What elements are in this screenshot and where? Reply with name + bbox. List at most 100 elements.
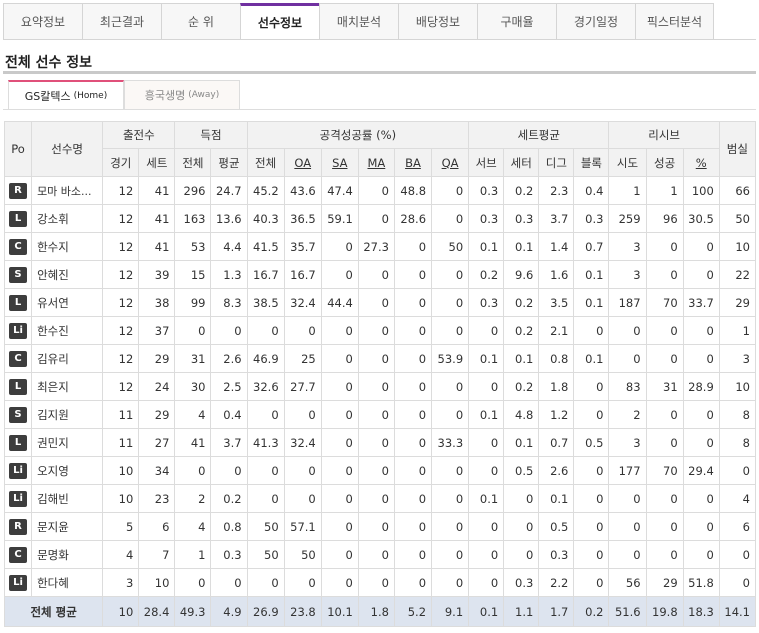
stat-cell: 0 — [503, 484, 540, 513]
stat-cell: 27.3 — [357, 232, 395, 261]
stat-cell: 0 — [393, 400, 433, 429]
stat-cell: 0.2 — [503, 372, 540, 401]
stat-cell: 99 — [174, 288, 212, 317]
stat-cell: 10 — [138, 568, 176, 597]
stat-cell: 50 — [246, 540, 285, 569]
position-cell: Li — [3, 568, 33, 597]
table-row: L 최은지 12 24 30 2.5 32.6 27.7 0 0 0 0 0 0.2 1.8 0 83 31 28.… — [3, 372, 757, 401]
stat-cell: 0 — [283, 316, 322, 345]
position-badge: R — [9, 519, 28, 535]
stat-cell: 2.6 — [210, 344, 248, 373]
stat-cell: 13.6 — [210, 204, 248, 233]
sub-header[interactable]: BA — [393, 148, 433, 177]
player-stats-table: Po 선수명 출전수 득점 공격성공률 (%) 세트평균 리시브 범실 경기 세트… — [3, 121, 757, 627]
sub-header[interactable]: MA — [357, 148, 395, 177]
stat-cell: 0 — [357, 400, 395, 429]
stat-cell: 3.5 — [538, 288, 575, 317]
nav-tab[interactable]: 최근결과 — [82, 3, 161, 40]
header-set-average: 세트평균 — [468, 121, 610, 149]
stat-cell: 0 — [645, 428, 684, 457]
stat-cell: 0 — [645, 316, 684, 345]
stat-cell: 3.7 — [210, 428, 248, 457]
stat-cell: 0 — [682, 232, 720, 261]
sub-header: 전체 — [246, 148, 285, 177]
stat-cell: 0 — [468, 568, 505, 597]
sub-header-label: BA — [405, 155, 421, 170]
position-badge: Li — [9, 323, 28, 339]
sub-header[interactable]: QA — [431, 148, 470, 177]
stat-cell: 0.8 — [210, 512, 248, 541]
nav-tab[interactable]: 픽스터분석 — [635, 3, 714, 40]
stat-cell: 59.1 — [320, 204, 359, 233]
sub-header-label: 경기 — [110, 155, 132, 170]
stat-cell: 41 — [138, 204, 176, 233]
sub-header: 평균 — [210, 148, 248, 177]
stat-cell: 0 — [357, 428, 395, 457]
stat-cell: 33.3 — [431, 428, 470, 457]
header-player-name: 선수명 — [31, 121, 104, 177]
nav-tab[interactable]: 요약정보 — [3, 3, 82, 40]
stat-cell: 27 — [138, 428, 176, 457]
stat-cell: 83 — [608, 372, 647, 401]
tab-team-home[interactable]: GS칼텍스 (Home) — [8, 80, 124, 110]
table-row: L 권민지 11 27 41 3.7 41.3 32.4 0 0 0 33.3 0 0.1 0.7 0.5 3 0… — [3, 428, 757, 457]
nav-tab[interactable]: 경기일정 — [556, 3, 635, 40]
stat-cell: 28.9 — [682, 372, 720, 401]
stat-cell: 0 — [246, 484, 285, 513]
position-badge: R — [9, 183, 28, 199]
team-side: (Away) — [188, 90, 220, 100]
stat-cell: 0 — [608, 316, 647, 345]
stat-cell: 0 — [174, 316, 212, 345]
tab-team-away[interactable]: 흥국생명 (Away) — [124, 80, 240, 110]
stat-cell: 0 — [718, 540, 757, 569]
stat-cell: 24 — [138, 372, 176, 401]
sub-header[interactable]: % — [682, 148, 720, 177]
stat-cell: 15 — [174, 260, 212, 289]
stat-cell: 0 — [283, 456, 322, 485]
stat-cell: 8 — [718, 400, 757, 429]
stat-cell: 50 — [718, 204, 757, 233]
stat-cell: 8 — [718, 428, 757, 457]
position-cell: Li — [3, 456, 33, 485]
player-name: 최은지 — [31, 372, 104, 401]
team-name: GS칼텍스 — [24, 89, 71, 103]
sub-header: 경기 — [102, 148, 140, 177]
stat-cell: 12 — [102, 176, 140, 205]
stat-cell: 0 — [431, 316, 470, 345]
stat-cell: 0.1 — [503, 428, 540, 457]
stat-cell: 0 — [682, 316, 720, 345]
stat-cell: 10 — [102, 484, 140, 513]
stat-cell: 5 — [102, 512, 140, 541]
sub-header[interactable]: SA — [320, 148, 359, 177]
player-name: 문지윤 — [31, 512, 104, 541]
position-badge: L — [9, 295, 28, 311]
nav-tab[interactable]: 배당정보 — [398, 3, 477, 40]
stat-cell: 1.2 — [538, 400, 575, 429]
stat-cell: 41 — [174, 428, 212, 457]
nav-tab[interactable]: 매치분석 — [319, 3, 398, 40]
stat-cell: 0 — [283, 400, 322, 429]
stat-cell: 1.4 — [538, 232, 575, 261]
stat-cell: 0 — [393, 456, 433, 485]
sub-header-label: OA — [294, 155, 312, 170]
player-name: 김지원 — [31, 400, 104, 429]
player-name: 김해빈 — [31, 484, 104, 513]
position-cell: R — [3, 512, 33, 541]
average-cell: 23.8 — [283, 596, 322, 627]
stat-cell: 0 — [393, 512, 433, 541]
sub-header-label: 성공 — [654, 155, 676, 170]
sub-header[interactable]: OA — [283, 148, 322, 177]
stat-cell: 0 — [393, 316, 433, 345]
stat-cell: 32.6 — [246, 372, 285, 401]
nav-tab[interactable]: 순 위 — [161, 3, 240, 40]
position-badge: C — [9, 547, 28, 563]
average-cell: 49.3 — [174, 596, 212, 627]
stat-cell: 70 — [645, 288, 684, 317]
average-cell: 1.7 — [538, 596, 575, 627]
stat-cell: 28.6 — [393, 204, 433, 233]
position-badge: S — [9, 267, 28, 283]
stat-cell: 0 — [174, 568, 212, 597]
stat-cell: 10 — [718, 232, 757, 261]
nav-tab[interactable]: 선수정보 — [240, 3, 319, 40]
nav-tab[interactable]: 구매율 — [477, 3, 556, 40]
